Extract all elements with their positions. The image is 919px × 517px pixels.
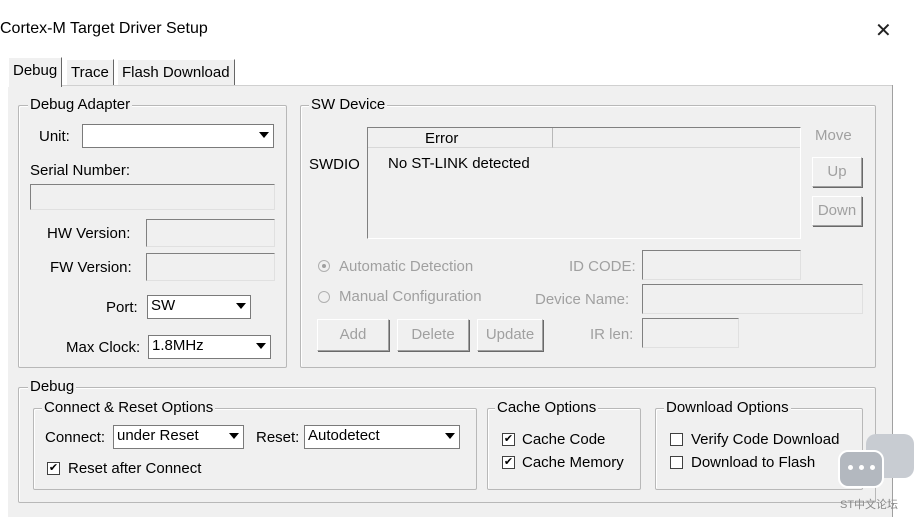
ir-len-field[interactable] — [642, 318, 739, 348]
column-header-error[interactable]: Error — [368, 128, 553, 148]
ir-len-label: IR len: — [590, 326, 634, 343]
fw-version-label: FW Version: — [50, 259, 132, 276]
reset-label: Reset: — [256, 429, 300, 446]
fw-version-field[interactable] — [146, 253, 275, 281]
cache-code-checkbox[interactable]: ✔ — [502, 433, 515, 446]
serial-number-label: Serial Number: — [30, 162, 131, 179]
reset-select[interactable]: Autodetect — [304, 425, 460, 449]
chevron-down-icon — [256, 343, 266, 349]
connect-label: Connect: — [45, 429, 106, 446]
add-button[interactable]: Add — [317, 319, 389, 351]
cache-memory-label: Cache Memory — [522, 454, 624, 471]
id-code-field[interactable] — [642, 250, 801, 280]
max-clock-value: 1.8MHz — [152, 337, 204, 354]
id-code-label: ID CODE: — [569, 258, 636, 275]
download-to-flash-checkbox[interactable] — [670, 456, 683, 469]
tab-flash-download[interactable]: Flash Download — [117, 59, 235, 86]
hw-version-label: HW Version: — [47, 225, 131, 242]
reset-after-connect-checkbox[interactable]: ✔ — [47, 462, 60, 475]
debug-legend: Debug — [28, 378, 77, 395]
chevron-down-icon — [445, 433, 455, 439]
tab-debug[interactable]: Debug — [8, 57, 63, 87]
download-options-legend: Download Options — [664, 399, 791, 416]
update-button[interactable]: Update — [477, 319, 543, 351]
chevron-down-icon — [259, 132, 269, 138]
port-label: Port: — [106, 299, 138, 316]
automatic-detection-label: Automatic Detection — [339, 258, 474, 275]
table-row[interactable]: No ST-LINK detected — [388, 155, 530, 173]
unit-select[interactable] — [82, 124, 274, 148]
port-select[interactable]: SW — [147, 295, 251, 319]
max-clock-label: Max Clock: — [66, 339, 141, 356]
max-clock-select[interactable]: 1.8MHz — [148, 335, 271, 359]
connect-select[interactable]: under Reset — [113, 425, 244, 449]
manual-configuration-label: Manual Configuration — [339, 288, 482, 305]
unit-label: Unit: — [39, 128, 70, 145]
up-button[interactable]: Up — [812, 157, 862, 187]
down-button[interactable]: Down — [812, 196, 862, 226]
chevron-down-icon — [236, 303, 246, 309]
reset-after-connect-label: Reset after Connect — [68, 460, 202, 477]
verify-code-download-label: Verify Code Download — [691, 431, 840, 448]
column-header-2[interactable] — [553, 128, 800, 148]
hw-version-field[interactable] — [146, 219, 275, 247]
close-icon[interactable]: ✕ — [875, 18, 892, 43]
cache-code-label: Cache Code — [522, 431, 606, 448]
sw-device-legend: SW Device — [309, 96, 388, 113]
cache-memory-checkbox[interactable]: ✔ — [502, 456, 515, 469]
cache-options-group — [487, 408, 641, 490]
move-label: Move — [815, 127, 852, 144]
debug-adapter-legend: Debug Adapter — [28, 96, 133, 113]
swdio-label: SWDIO — [309, 156, 360, 173]
watermark-text: ST中文论坛 — [840, 499, 899, 511]
automatic-detection-radio[interactable] — [318, 260, 330, 272]
column-header-error-label: Error — [425, 130, 459, 147]
connect-reset-legend: Connect & Reset Options — [42, 399, 216, 416]
download-to-flash-label: Download to Flash — [691, 454, 816, 471]
port-value: SW — [151, 297, 176, 314]
chat-bubble-front-icon — [838, 450, 884, 488]
window-title: Cortex-M Target Driver Setup — [0, 20, 208, 37]
download-options-group — [655, 408, 863, 490]
device-name-field[interactable] — [642, 284, 863, 314]
sw-device-list[interactable]: Error No ST-LINK detected — [367, 127, 801, 239]
cache-options-legend: Cache Options — [495, 399, 599, 416]
manual-configuration-radio[interactable] — [318, 291, 330, 303]
reset-value: Autodetect — [308, 427, 380, 444]
serial-number-field[interactable] — [30, 184, 275, 210]
verify-code-download-checkbox[interactable] — [670, 433, 683, 446]
delete-button[interactable]: Delete — [397, 319, 469, 351]
tab-trace[interactable]: Trace — [66, 59, 114, 86]
device-name-label: Device Name: — [535, 291, 630, 308]
chevron-down-icon — [229, 433, 239, 439]
connect-value: under Reset — [117, 427, 199, 444]
